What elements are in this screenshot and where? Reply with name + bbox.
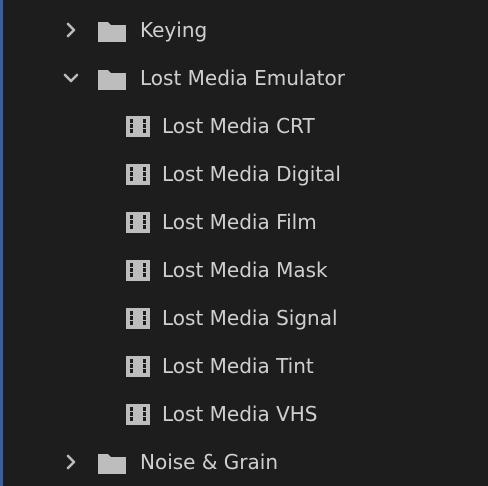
tree-item-lost-media-crt[interactable]: Lost Media CRT	[0, 102, 488, 150]
tree-folder-keying[interactable]: Keying	[0, 6, 488, 54]
effect-clip-icon	[126, 404, 150, 425]
effect-clip-icon	[126, 212, 150, 233]
tree-item-lost-media-digital[interactable]: Lost Media Digital	[0, 150, 488, 198]
folder-icon	[98, 70, 126, 90]
tree-item-label: Lost Media Digital	[162, 162, 341, 186]
tree-item-label: Lost Media CRT	[162, 114, 315, 138]
effects-panel: Keying Lost Media Emulator Lost Media CR…	[0, 0, 488, 486]
effect-clip-icon	[126, 116, 150, 137]
folder-icon	[98, 22, 126, 42]
effect-clip-icon	[126, 356, 150, 377]
tree-folder-lost-media-emulator[interactable]: Lost Media Emulator	[0, 54, 488, 102]
tree-item-lost-media-vhs[interactable]: Lost Media VHS	[0, 390, 488, 438]
effects-tree: Keying Lost Media Emulator Lost Media CR…	[0, 6, 488, 486]
folder-icon	[98, 454, 126, 474]
tree-item-lost-media-signal[interactable]: Lost Media Signal	[0, 294, 488, 342]
tree-item-label: Lost Media Signal	[162, 306, 338, 330]
tree-item-lost-media-mask[interactable]: Lost Media Mask	[0, 246, 488, 294]
tree-item-lost-media-tint[interactable]: Lost Media Tint	[0, 342, 488, 390]
chevron-right-icon[interactable]	[60, 451, 82, 473]
effect-clip-icon	[126, 260, 150, 281]
tree-folder-label: Noise & Grain	[140, 450, 278, 474]
tree-item-label: Lost Media Film	[162, 210, 317, 234]
chevron-down-icon[interactable]	[60, 67, 82, 89]
tree-item-label: Lost Media Mask	[162, 258, 328, 282]
tree-folder-label: Lost Media Emulator	[140, 66, 345, 90]
chevron-right-icon[interactable]	[60, 19, 82, 41]
effect-clip-icon	[126, 164, 150, 185]
effect-clip-icon	[126, 308, 150, 329]
tree-folder-noise-grain[interactable]: Noise & Grain	[0, 438, 488, 486]
tree-item-label: Lost Media Tint	[162, 354, 314, 378]
tree-item-lost-media-film[interactable]: Lost Media Film	[0, 198, 488, 246]
tree-folder-label: Keying	[140, 18, 208, 42]
tree-item-label: Lost Media VHS	[162, 402, 318, 426]
